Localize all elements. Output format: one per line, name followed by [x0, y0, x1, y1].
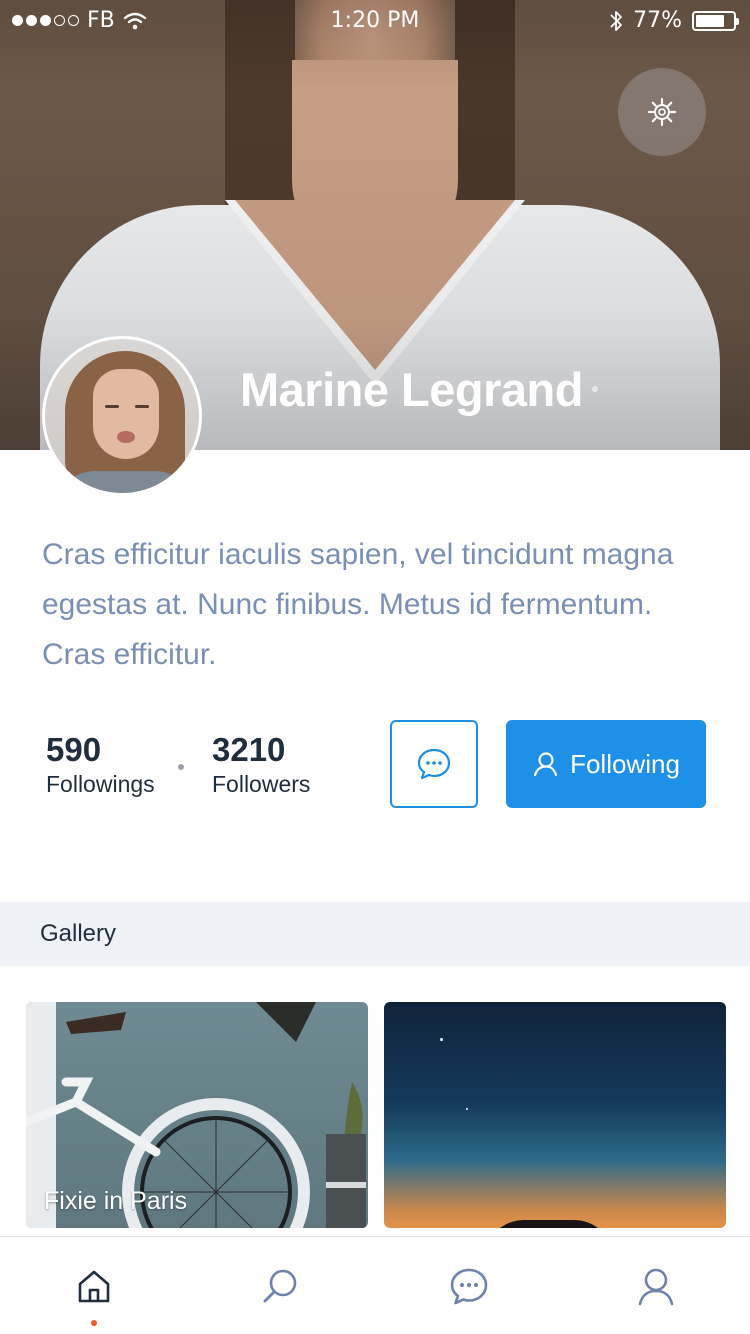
- gallery-card-caption: Fixie in Paris: [44, 1187, 188, 1215]
- settings-button[interactable]: [618, 68, 706, 156]
- tab-home[interactable]: [0, 1237, 188, 1334]
- battery-icon: [692, 10, 739, 31]
- followings-label: Followings: [46, 771, 155, 797]
- tab-messages[interactable]: [375, 1237, 563, 1334]
- status-indicator: [592, 386, 598, 392]
- user-icon: [638, 1268, 674, 1305]
- followers-count: 3210: [212, 731, 286, 768]
- profile-bio: Cras efficitur iaculis sapien, vel tinci…: [42, 538, 674, 671]
- home-icon: [78, 1270, 110, 1302]
- battery-percent: 77%: [633, 8, 682, 33]
- user-icon: [533, 752, 558, 777]
- gallery-title: Gallery: [40, 920, 117, 947]
- followings-stat[interactable]: 590 Followings: [46, 730, 155, 798]
- chat-icon: [450, 1268, 488, 1304]
- gallery-card[interactable]: Fixie in Paris: [26, 1002, 368, 1228]
- gallery-card[interactable]: [384, 1002, 726, 1228]
- gear-icon: [647, 97, 677, 127]
- tab-search[interactable]: [188, 1237, 376, 1334]
- followers-label: Followers: [212, 771, 311, 797]
- followings-count: 590: [46, 731, 102, 768]
- search-icon: [263, 1269, 297, 1302]
- tab-profile[interactable]: [563, 1237, 750, 1334]
- stat-separator: [178, 764, 184, 770]
- followers-stat[interactable]: 3210 Followers: [212, 730, 310, 798]
- mountain-silhouette: [484, 1220, 614, 1228]
- avatar[interactable]: [42, 336, 202, 496]
- following-button[interactable]: Following: [506, 720, 706, 808]
- chat-bubble-icon: [417, 748, 451, 780]
- bluetooth-icon: [610, 10, 622, 31]
- active-tab-indicator: [90, 1320, 97, 1326]
- message-button[interactable]: [390, 720, 478, 808]
- profile-name: Marine Legrand: [240, 363, 583, 416]
- gallery-header: Gallery: [0, 902, 750, 966]
- tab-bar: [0, 1236, 750, 1334]
- following-button-label: Following: [570, 748, 680, 779]
- status-bar: FB 1:20 PM 77%: [0, 0, 750, 40]
